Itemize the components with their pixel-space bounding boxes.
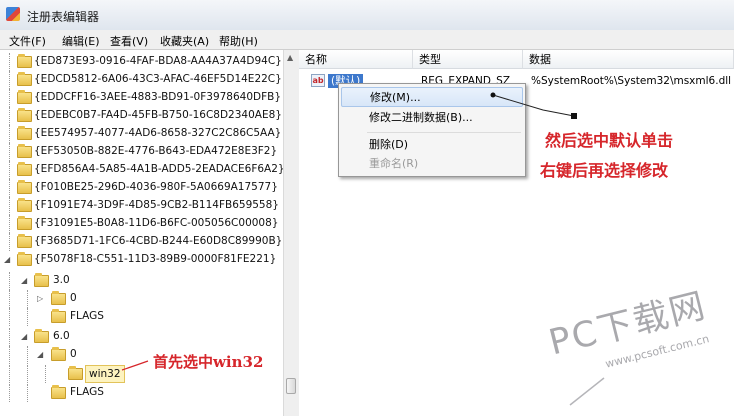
context-menu-label: 修改(M)... [370,91,421,104]
column-header-type[interactable]: 类型 [413,50,523,69]
tree-item-version-6[interactable]: ◢ 6.0 [0,328,283,346]
folder-open-icon [17,252,32,266]
tree-item-3-0[interactable]: ▷ 0 [0,290,283,308]
tree-item-label: {F5078F18-C551-11D3-89B9-0000F81FE221} [34,253,277,265]
scrollbar-thumb[interactable] [286,378,296,394]
menu-edit[interactable]: 编辑(E) [62,33,100,49]
expand-triangle-icon[interactable]: ▷ [37,294,43,303]
tree-item-guid[interactable]: {F3685D71-1FC6-4CBD-B244-E60D8C89990B} [0,233,283,251]
tree-item-guid[interactable]: {F1091E74-3D9F-4D85-9CB2-B114FB659558} [0,197,283,215]
window-title: 注册表编辑器 [27,10,100,24]
menu-help[interactable]: 帮助(H) [219,33,258,49]
tree-item-version-3[interactable]: ◢ 3.0 [0,272,283,290]
menu-bar: 文件(F) 编辑(E) 查看(V) 收藏夹(A) 帮助(H) [0,30,734,50]
tree-item-guid-expanded[interactable]: ◢ {F5078F18-C551-11D3-89B9-0000F81FE221} [0,251,283,269]
collapse-triangle-icon[interactable]: ◢ [4,255,10,264]
tree-scrollbar[interactable]: ▲ [283,50,299,416]
folder-open-icon [34,273,49,287]
tree-item-guid[interactable]: {ED873E93-0916-4FAF-BDA8-AA4A37A4D94C} [0,53,283,71]
menu-view[interactable]: 查看(V) [110,33,148,49]
tree-item-label: 3.0 [53,274,70,286]
value-data: %SystemRoot%\System32\msxml6.dll [531,75,732,87]
context-menu-rename: 重命名(R) [341,154,523,174]
folder-icon [17,198,32,212]
annotation-step2-line2: 右键后再选择修改 [540,161,669,180]
tree-item-guid[interactable]: {EE574957-4077-4AD6-8658-327C2C86C5AA} [0,125,283,143]
tree-item-guid[interactable]: {EFD856A4-5A85-4A1B-ADD5-2EADACE6F6A2} [0,161,285,179]
collapse-triangle-icon[interactable]: ◢ [21,332,27,341]
context-menu-label: 删除(D) [369,138,409,151]
folder-icon [51,309,66,323]
folder-icon [51,291,66,305]
regedit-app-icon [6,7,20,21]
tree-item-label: FLAGS [70,386,104,398]
context-menu-label: 重命名(R) [369,157,419,170]
context-menu-label: 修改二进制数据(B)... [369,111,473,124]
tree-item-label: 0 [70,348,77,360]
tree-item-guid[interactable]: {F010BE25-296D-4036-980F-5A0669A17577} [0,179,283,197]
folder-open-icon [51,347,66,361]
tree-item-label: 0 [70,292,77,304]
folder-icon [17,126,32,140]
folder-icon [17,162,32,176]
tree-item-guid[interactable]: {EF53050B-882E-4776-B643-EDA472E8E3F2} [0,143,283,161]
tree-item-6-flags[interactable]: FLAGS [0,384,283,402]
tree-item-guid[interactable]: {EDEBC0B7-FA4D-45FB-B750-16C8D2340AE8} [0,107,283,125]
tree-item-label: {EDDCFF16-3AEE-4883-BD91-0F3978640DFB} [34,91,282,103]
folder-icon [17,234,32,248]
folder-icon [51,385,66,399]
tree-item-label: {F010BE25-296D-4036-980F-5A0669A17577} [34,181,278,193]
context-menu-delete[interactable]: 删除(D) [341,135,523,155]
annotation-step2-line1: 然后选中默认单击 [545,131,674,150]
folder-icon [17,90,32,104]
tree-item-label: {EE574957-4077-4AD6-8658-327C2C86C5AA} [34,127,282,139]
tree-item-guid[interactable]: {EDCD5812-6A06-43C3-AFAC-46EF5D14E22C} [0,71,283,89]
folder-icon [17,216,32,230]
context-menu: 修改(M)... 修改二进制数据(B)... 删除(D) 重命名(R) [338,83,526,177]
tree-item-label: 6.0 [53,330,70,342]
tree-item-label: {F3685D71-1FC6-4CBD-B244-E60D8C89990B} [34,235,283,247]
folder-icon [17,54,32,68]
context-menu-modify-binary[interactable]: 修改二进制数据(B)... [341,108,523,128]
collapse-triangle-icon[interactable]: ◢ [37,350,43,359]
string-value-icon: ab [311,74,325,87]
tree-item-label: {ED873E93-0916-4FAF-BDA8-AA4A37A4D94C} [34,55,282,67]
tree-item-label: {F31091E5-B0A8-11D6-B6FC-005056C00008} [34,217,279,229]
tree-item-label: {EF53050B-882E-4776-B643-EDA472E8E3F2} [34,145,278,157]
column-header-name[interactable]: 名称 [299,50,413,69]
tree-item-guid[interactable]: {F31091E5-B0A8-11D6-B6FC-005056C00008} [0,215,283,233]
menu-favorites[interactable]: 收藏夹(A) [160,33,209,49]
context-menu-modify[interactable]: 修改(M)... [341,87,523,107]
tree-item-label: FLAGS [70,310,104,322]
folder-open-icon [68,366,83,380]
menu-file[interactable]: 文件(F) [9,33,46,49]
scroll-up-arrow-icon[interactable]: ▲ [287,53,293,62]
tree-item-label: {F1091E74-3D9F-4D85-9CB2-B114FB659558} [34,199,279,211]
title-bar: 注册表编辑器 [0,0,734,31]
folder-open-icon [34,329,49,343]
tree-item-label: win32 [85,365,125,383]
collapse-triangle-icon[interactable]: ◢ [21,276,27,285]
column-header-data[interactable]: 数据 [523,50,734,69]
tree-item-label: {EDCD5812-6A06-43C3-AFAC-46EF5D14E22C} [34,73,282,85]
annotation-step1: 首先选中win32 [153,353,264,371]
folder-icon [17,108,32,122]
folder-icon [17,180,32,194]
context-menu-separator [367,132,521,133]
folder-icon [17,72,32,86]
tree-item-label: {EFD856A4-5A85-4A1B-ADD5-2EADACE6F6A2} [34,163,285,175]
folder-icon [17,144,32,158]
tree-item-3-flags[interactable]: FLAGS [0,308,283,326]
tree-item-label: {EDEBC0B7-FA4D-45FB-B750-16C8D2340AE8} [34,109,282,121]
tree-item-guid[interactable]: {EDDCFF16-3AEE-4883-BD91-0F3978640DFB} [0,89,283,107]
